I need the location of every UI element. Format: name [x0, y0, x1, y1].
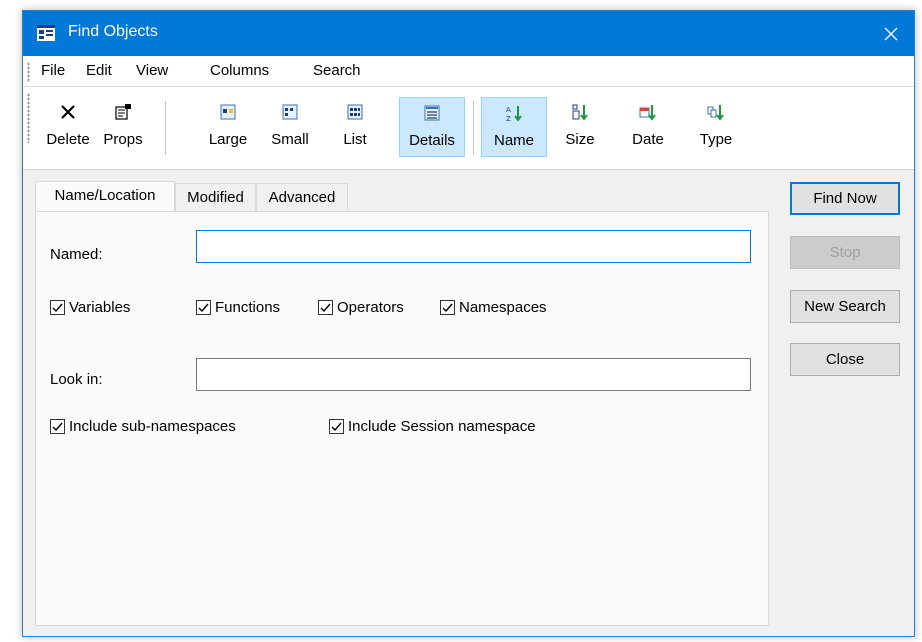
sort-by-date-button[interactable]: Date: [623, 97, 673, 157]
details-view-button[interactable]: Details: [399, 97, 465, 157]
checkmark-icon: [198, 303, 209, 313]
list-view-button[interactable]: List: [331, 97, 379, 157]
look-in-field[interactable]: [196, 358, 751, 391]
properties-icon: [115, 104, 131, 120]
checkmark-icon: [442, 303, 453, 313]
svg-text:A: A: [506, 106, 511, 114]
checkmark-icon: [320, 303, 331, 313]
date-label: Date: [632, 131, 664, 148]
checkbox-box[interactable]: [50, 300, 65, 315]
tab-name-location[interactable]: Name/Location: [35, 181, 175, 211]
look-in-label: Look in:: [50, 371, 103, 388]
menu-columns[interactable]: Columns: [210, 62, 269, 79]
large-label: Large: [208, 131, 248, 148]
size-label: Size: [565, 131, 595, 148]
variables-checkbox[interactable]: Variables: [50, 299, 130, 316]
checkbox-box[interactable]: [318, 300, 333, 315]
small-icons-button[interactable]: Small: [263, 97, 317, 157]
checkmark-icon: [52, 303, 63, 313]
app-icon: [37, 25, 55, 41]
namespaces-label: Namespaces: [459, 299, 547, 316]
variables-label: Variables: [69, 299, 131, 316]
name-label: Name: [493, 132, 534, 149]
sort-by-name-button[interactable]: A Z Name: [481, 97, 547, 157]
props-label: Props: [103, 131, 143, 148]
functions-label: Functions: [215, 299, 281, 316]
include-sub-namespaces-label: Include sub-namespaces: [69, 418, 236, 435]
sort-az-icon: A Z: [506, 106, 522, 122]
checkbox-box[interactable]: [329, 419, 344, 434]
large-icons-icon: [220, 104, 236, 120]
checkbox-box[interactable]: [196, 300, 211, 315]
small-icons-icon: [282, 104, 298, 120]
close-window-button[interactable]: [868, 11, 914, 56]
checkmark-icon: [331, 422, 342, 432]
new-search-button[interactable]: New Search: [790, 290, 900, 323]
named-label: Named:: [50, 246, 103, 263]
toolbar-separator: [473, 101, 474, 155]
menu-edit[interactable]: Edit: [86, 62, 112, 79]
find-now-button[interactable]: Find Now: [790, 182, 900, 215]
stop-button[interactable]: Stop: [790, 236, 900, 269]
menu-search[interactable]: Search: [313, 62, 361, 79]
menu-bar: File Edit View Columns Search: [23, 56, 914, 87]
sort-by-type-button[interactable]: Type: [691, 97, 741, 157]
named-input[interactable]: [197, 231, 750, 262]
checkbox-box[interactable]: [50, 419, 65, 434]
find-objects-window: Find Objects File Edit View Columns Sear…: [22, 10, 915, 637]
operators-label: Operators: [337, 299, 404, 316]
include-session-namespace-label: Include Session namespace: [348, 418, 536, 435]
look-in-input[interactable]: [197, 359, 750, 390]
functions-checkbox[interactable]: Functions: [196, 299, 280, 316]
small-label: Small: [271, 131, 309, 148]
large-icons-button[interactable]: Large: [199, 97, 257, 157]
operators-checkbox[interactable]: Operators: [318, 299, 404, 316]
checkmark-icon: [52, 422, 63, 432]
close-icon: [884, 27, 898, 40]
sort-type-icon: [707, 105, 724, 121]
type-label: Type: [699, 131, 733, 148]
props-button[interactable]: Props: [95, 97, 151, 157]
delete-label: Delete: [46, 131, 90, 148]
delete-button[interactable]: Delete: [41, 97, 95, 157]
list-view-icon: [347, 104, 363, 120]
sort-date-icon: [639, 105, 656, 121]
checkbox-box[interactable]: [440, 300, 455, 315]
tab-modified[interactable]: Modified: [175, 183, 256, 211]
menu-grip[interactable]: [27, 62, 30, 82]
namespaces-checkbox[interactable]: Namespaces: [440, 299, 547, 316]
menu-view[interactable]: View: [136, 62, 168, 79]
window-title: Find Objects: [68, 23, 158, 40]
include-session-namespace-checkbox[interactable]: Include Session namespace: [329, 418, 536, 435]
named-field[interactable]: [196, 230, 751, 263]
close-button[interactable]: Close: [790, 343, 900, 376]
sort-size-icon: [572, 104, 588, 121]
sort-by-size-button[interactable]: Size: [555, 97, 605, 157]
delete-x-icon: [61, 105, 75, 119]
tab-advanced[interactable]: Advanced: [256, 183, 348, 211]
svg-text:Z: Z: [506, 115, 511, 122]
name-location-panel: Named: Variables Functions Operators Nam…: [35, 211, 769, 626]
title-bar: Find Objects: [23, 11, 914, 56]
toolbar-separator: [165, 101, 166, 155]
include-sub-namespaces-checkbox[interactable]: Include sub-namespaces: [50, 418, 236, 435]
toolbar: Delete Props Large Small List Details A …: [23, 87, 914, 170]
details-label: Details: [409, 132, 455, 149]
toolbar-grip[interactable]: [27, 93, 30, 143]
details-view-icon: [424, 105, 440, 121]
list-label: List: [343, 131, 367, 148]
menu-file[interactable]: File: [41, 62, 65, 79]
